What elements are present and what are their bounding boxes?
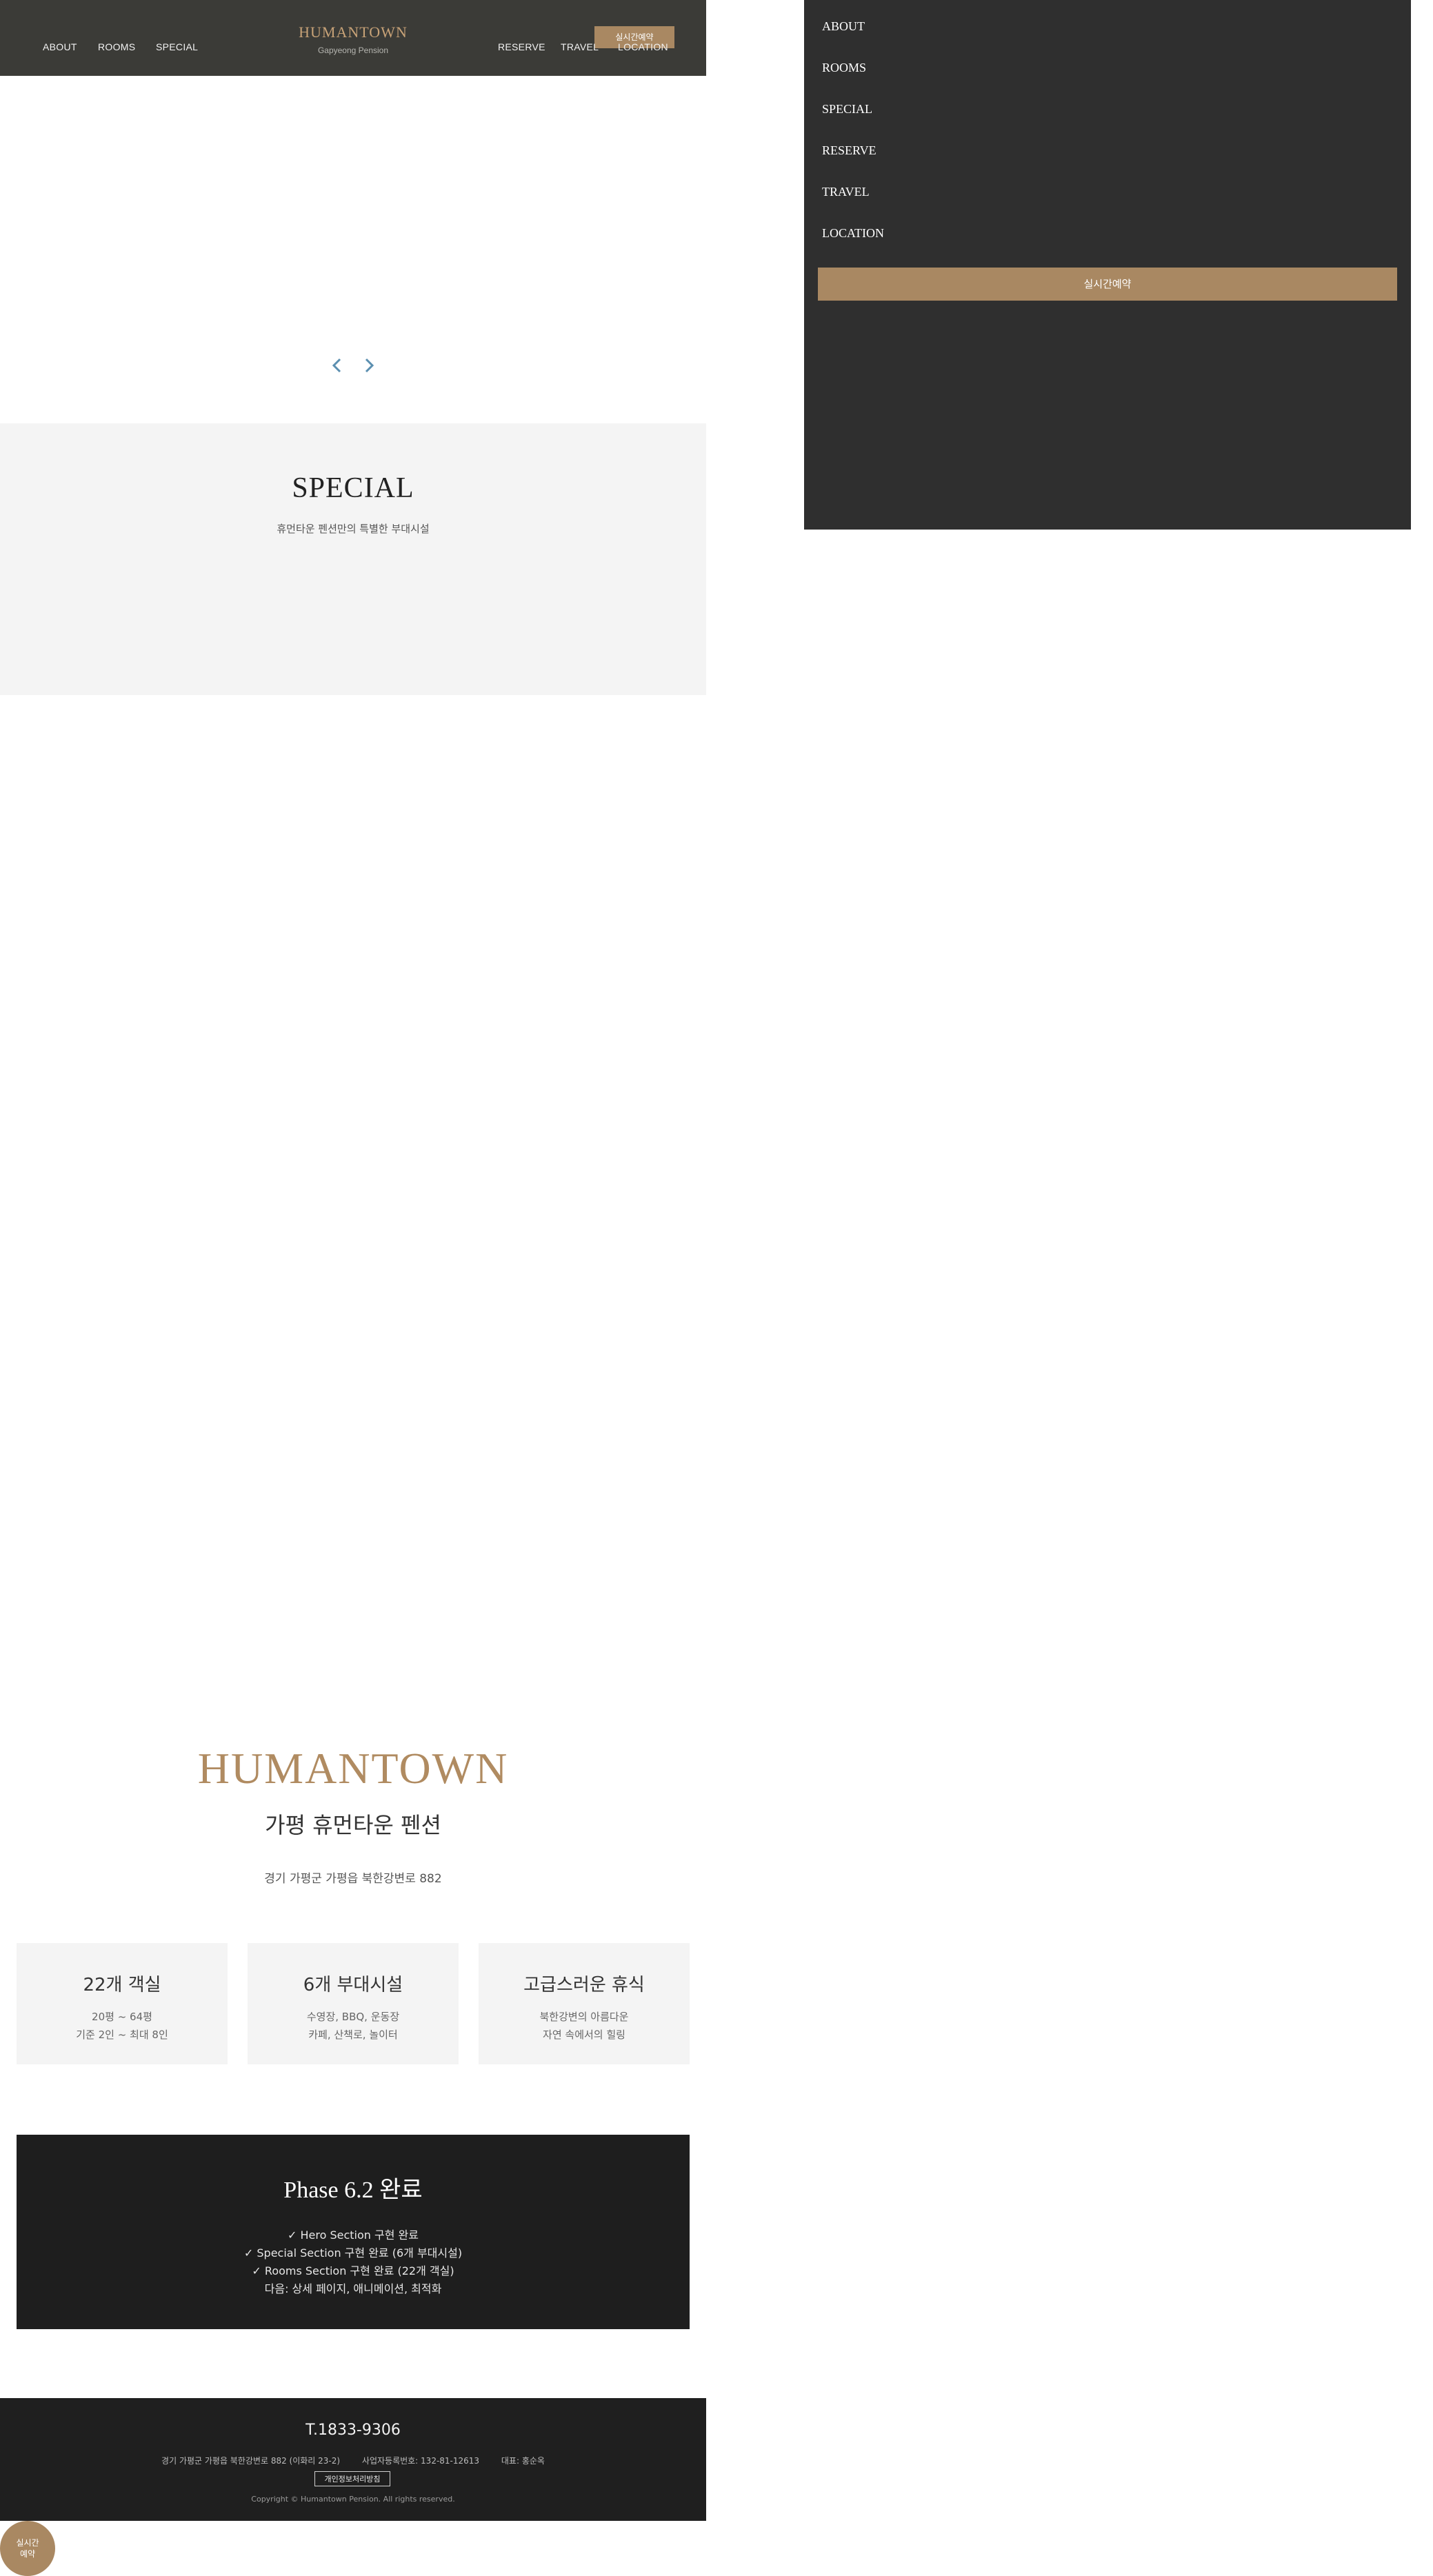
side-menu-location[interactable]: LOCATION	[822, 226, 884, 241]
phase-line: ✓ Rooms Section 구현 완료 (22개 객실)	[252, 2264, 454, 2277]
phase-status-box: Phase 6.2 완료 ✓ Hero Section 구현 완료 ✓ Spec…	[17, 2135, 690, 2329]
side-menu-reserve[interactable]: RESERVE	[822, 143, 876, 158]
phase-title: Phase 6.2 완료	[283, 2177, 423, 2203]
footer-address: 경기 가평군 가평읍 북한강변로 882 (이화리 23-2)	[161, 2456, 341, 2466]
feature-card-facilities: 6개 부대시설 수영장, BBQ, 운동장 카페, 산책로, 놀이터	[248, 1943, 459, 2064]
card-title: 22개 객실	[83, 1975, 161, 1995]
card-title: 고급스러운 휴식	[523, 1975, 645, 1995]
footer-business-number: 사업자등록번호: 132-81-12613	[361, 2456, 480, 2466]
side-menu-about[interactable]: ABOUT	[822, 19, 865, 34]
intro-pension-name: 가평 휴먼타운 펜션	[265, 1812, 441, 1838]
card-line: 카페, 산책로, 놀이터	[308, 2029, 398, 2041]
chevron-right-icon[interactable]	[361, 357, 377, 374]
special-section	[0, 423, 706, 695]
site-footer: T.1833-9306 경기 가평군 가평읍 북한강변로 882 (이화리 23…	[0, 2398, 706, 2521]
floating-reserve-line1: 실시간	[16, 2538, 39, 2548]
footer-copyright: Copyright © Humantown Pension. All right…	[251, 2495, 455, 2504]
card-line: 20평 ~ 64평	[92, 2011, 152, 2023]
side-menu-travel[interactable]: TRAVEL	[822, 185, 870, 199]
card-line: 북한강변의 아름다운	[539, 2011, 629, 2023]
feature-card-relaxation: 고급스러운 휴식 북한강변의 아름다운 자연 속에서의 힐링	[479, 1943, 690, 2064]
intro-address: 경기 가평군 가평읍 북한강변로 882	[264, 1872, 442, 1886]
footer-ceo: 대표: 홍순옥	[501, 2456, 545, 2466]
floating-reserve-line2: 예약	[19, 2549, 36, 2559]
card-line: 기준 2인 ~ 최대 8인	[76, 2029, 168, 2041]
side-menu-panel	[804, 0, 1411, 530]
privacy-policy-button[interactable]: 개인정보처리방침	[314, 2471, 390, 2486]
hero-slider	[0, 76, 706, 423]
phase-line: 다음: 상세 페이지, 애니메이션, 최적화	[264, 2282, 442, 2295]
side-menu-special[interactable]: SPECIAL	[822, 102, 872, 117]
phase-line: ✓ Hero Section 구현 완료	[288, 2228, 419, 2242]
intro-brand: HUMANTOWN	[197, 1744, 509, 1793]
card-line: 자연 속에서의 힐링	[543, 2029, 625, 2041]
footer-phone: T.1833-9306	[305, 2422, 401, 2439]
side-menu-reserve-button[interactable]: 실시간예약	[818, 268, 1397, 301]
floating-reserve-button[interactable]: 실시간 예약	[0, 2521, 55, 2576]
footer-info: 경기 가평군 가평읍 북한강변로 882 (이화리 23-2) 사업자등록번호:…	[0, 2455, 706, 2466]
special-title: SPECIAL	[292, 472, 414, 504]
feature-card-rooms: 22개 객실 20평 ~ 64평 기준 2인 ~ 최대 8인	[17, 1943, 228, 2064]
card-title: 6개 부대시설	[303, 1975, 403, 1995]
nav-travel[interactable]: TRAVEL	[561, 41, 599, 52]
card-line: 수영장, BBQ, 운동장	[306, 2011, 400, 2023]
side-menu-rooms[interactable]: ROOMS	[822, 61, 866, 75]
nav-reserve[interactable]: RESERVE	[498, 41, 545, 52]
phase-line: ✓ Special Section 구현 완료 (6개 부대시설)	[243, 2246, 463, 2260]
chevron-left-icon[interactable]	[329, 357, 345, 374]
special-subtitle: 휴먼타운 펜션만의 특별한 부대시설	[277, 523, 430, 535]
nav-location[interactable]: LOCATION	[618, 41, 668, 52]
